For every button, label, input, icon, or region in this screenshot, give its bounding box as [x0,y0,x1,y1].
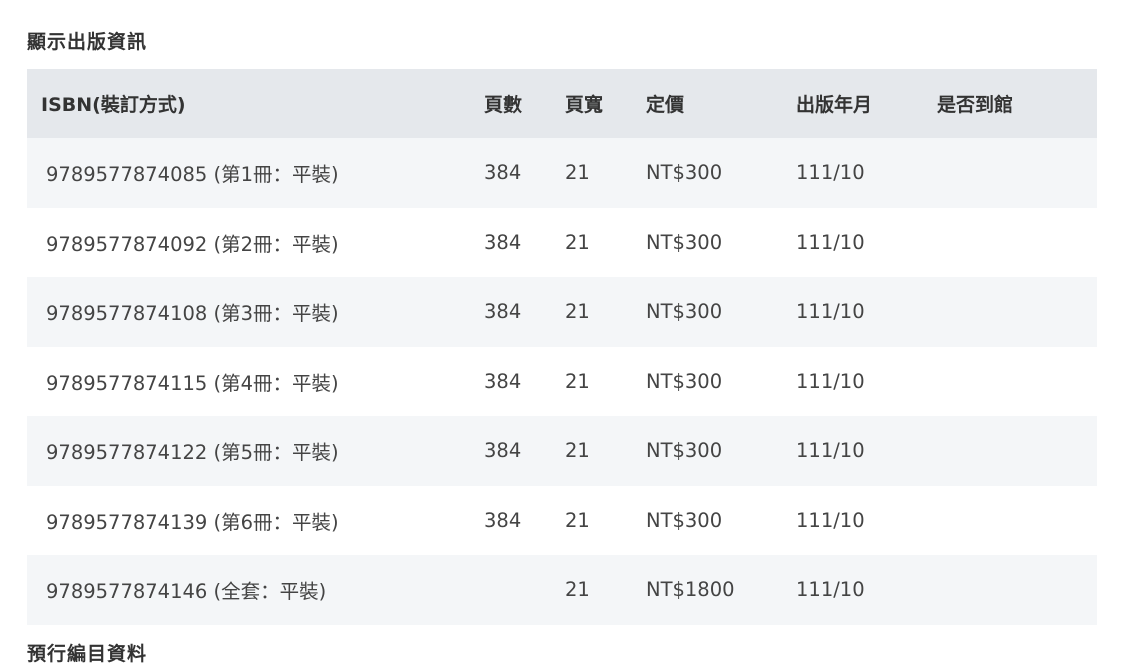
cell-price: NT$300 [646,346,796,416]
cell-in-library [937,346,1097,416]
cell-pub-date: 111/10 [796,277,937,347]
column-header-price: 定價 [646,69,796,138]
cell-width: 21 [565,346,646,416]
table-row: 9789577874122 (第5冊：平裝) 384 21 NT$300 111… [27,416,1097,486]
cell-isbn: 9789577874108 (第3冊：平裝) [27,277,484,347]
cell-isbn: 9789577874139 (第6冊：平裝) [27,485,484,555]
cell-pub-date: 111/10 [796,207,937,277]
cell-price: NT$1800 [646,555,796,625]
cell-isbn: 9789577874122 (第5冊：平裝) [27,416,484,486]
cell-pages: 384 [484,346,565,416]
cell-price: NT$300 [646,416,796,486]
cell-isbn: 9789577874115 (第4冊：平裝) [27,346,484,416]
cell-in-library [937,485,1097,555]
table-row: 9789577874146 (全套：平裝) 21 NT$1800 111/10 [27,555,1097,625]
cell-width: 21 [565,416,646,486]
cell-isbn: 9789577874085 (第1冊：平裝) [27,138,484,208]
column-header-width: 頁寬 [565,69,646,138]
cell-in-library [937,416,1097,486]
cell-width: 21 [565,207,646,277]
cell-price: NT$300 [646,138,796,208]
table-header: ISBN(裝訂方式) 頁數 頁寬 定價 出版年月 是否到館 [27,69,1097,138]
cell-in-library [937,277,1097,347]
table-body: 9789577874085 (第1冊：平裝) 384 21 NT$300 111… [27,138,1097,625]
cell-isbn: 9789577874146 (全套：平裝) [27,555,484,625]
section-title-publication-info[interactable]: 顯示出版資訊 [27,27,147,54]
cell-price: NT$300 [646,277,796,347]
table-row: 9789577874092 (第2冊：平裝) 384 21 NT$300 111… [27,207,1097,277]
table-row: 9789577874139 (第6冊：平裝) 384 21 NT$300 111… [27,485,1097,555]
column-header-in-library: 是否到館 [937,69,1097,138]
column-header-pages: 頁數 [484,69,565,138]
cell-pub-date: 111/10 [796,555,937,625]
cell-pages: 384 [484,416,565,486]
table-row: 9789577874115 (第4冊：平裝) 384 21 NT$300 111… [27,346,1097,416]
cell-pub-date: 111/10 [796,346,937,416]
cell-in-library [937,555,1097,625]
column-header-isbn: ISBN(裝訂方式) [27,69,484,138]
cell-pages: 384 [484,138,565,208]
section-title-cip-data[interactable]: 預行編目資料 [27,639,147,666]
cell-pages: 384 [484,277,565,347]
cell-pages [484,555,565,625]
cell-price: NT$300 [646,207,796,277]
publication-info-table: ISBN(裝訂方式) 頁數 頁寬 定價 出版年月 是否到館 9789577874… [27,69,1097,625]
cell-width: 21 [565,555,646,625]
column-header-pub-date: 出版年月 [796,69,937,138]
cell-pub-date: 111/10 [796,138,937,208]
cell-isbn: 9789577874092 (第2冊：平裝) [27,207,484,277]
cell-pages: 384 [484,485,565,555]
cell-pub-date: 111/10 [796,416,937,486]
cell-in-library [937,207,1097,277]
cell-width: 21 [565,277,646,347]
cell-pages: 384 [484,207,565,277]
table-header-row: ISBN(裝訂方式) 頁數 頁寬 定價 出版年月 是否到館 [27,69,1097,138]
table-row: 9789577874085 (第1冊：平裝) 384 21 NT$300 111… [27,138,1097,208]
cell-width: 21 [565,138,646,208]
cell-width: 21 [565,485,646,555]
cell-price: NT$300 [646,485,796,555]
table-row: 9789577874108 (第3冊：平裝) 384 21 NT$300 111… [27,277,1097,347]
cell-in-library [937,138,1097,208]
cell-pub-date: 111/10 [796,485,937,555]
